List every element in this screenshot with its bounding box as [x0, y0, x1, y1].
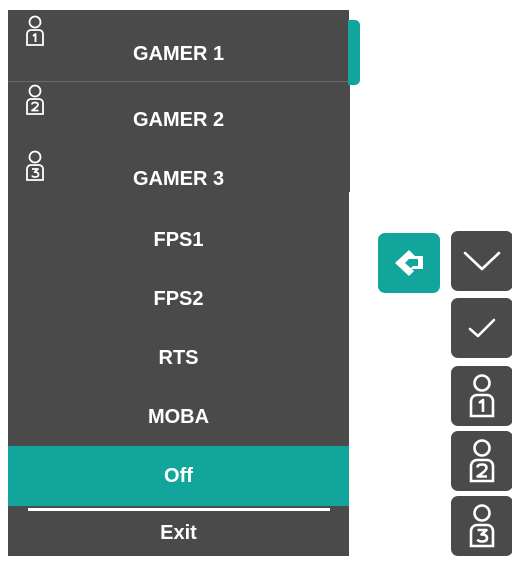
menu-item-gamer-2[interactable]: GAMER 2	[8, 82, 349, 141]
menu-item-rts[interactable]: RTS	[8, 328, 349, 388]
user-2-icon	[469, 439, 495, 483]
menu-item-moba[interactable]: MOBA	[8, 387, 349, 447]
user-2-icon	[26, 84, 44, 115]
gamer-1-button[interactable]	[451, 366, 512, 426]
osd-screen: GAMER 1 GAMER 2 GAMER 3 FPS1 FPS2 RTS MO…	[0, 0, 512, 564]
menu-item-label: Exit	[160, 522, 197, 544]
gigabyte-logo-icon	[395, 250, 423, 276]
menu-item-gamer-1[interactable]: GAMER 1	[8, 10, 349, 81]
gamer-3-button[interactable]	[451, 496, 512, 556]
menu-item-label: GAMER 1	[132, 43, 225, 65]
game-assist-menu: GAMER 1 GAMER 2 GAMER 3 FPS1 FPS2 RTS MO…	[8, 10, 349, 556]
menu-item-label: GAMER 2	[132, 109, 225, 131]
menu-item-label: RTS	[158, 346, 199, 369]
menu-item-label: Off	[164, 464, 193, 487]
checkmark-icon	[468, 318, 496, 338]
menu-item-label: FPS2	[153, 287, 204, 310]
user-3-icon	[469, 504, 495, 548]
confirm-button[interactable]	[451, 298, 512, 358]
menu-item-label: GAMER 3	[132, 168, 225, 190]
menu-scrollbar	[349, 85, 350, 192]
chevron-down-icon	[463, 251, 501, 271]
user-1-icon	[469, 374, 495, 418]
menu-item-gamer-3[interactable]: GAMER 3	[8, 141, 349, 200]
menu-item-label: FPS1	[153, 228, 204, 251]
gigabyte-logo-button[interactable]	[378, 233, 440, 293]
menu-item-off[interactable]: Off	[8, 446, 349, 506]
menu-item-label: MOBA	[147, 405, 210, 428]
user-1-icon	[26, 15, 44, 46]
down-button[interactable]	[451, 231, 512, 291]
menu-item-exit[interactable]: Exit	[8, 511, 349, 556]
active-tab-indicator	[348, 20, 360, 85]
user-3-icon	[26, 150, 44, 181]
menu-item-fps1[interactable]: FPS1	[8, 210, 349, 270]
menu-item-fps2[interactable]: FPS2	[8, 269, 349, 329]
gamer-2-button[interactable]	[451, 431, 512, 491]
